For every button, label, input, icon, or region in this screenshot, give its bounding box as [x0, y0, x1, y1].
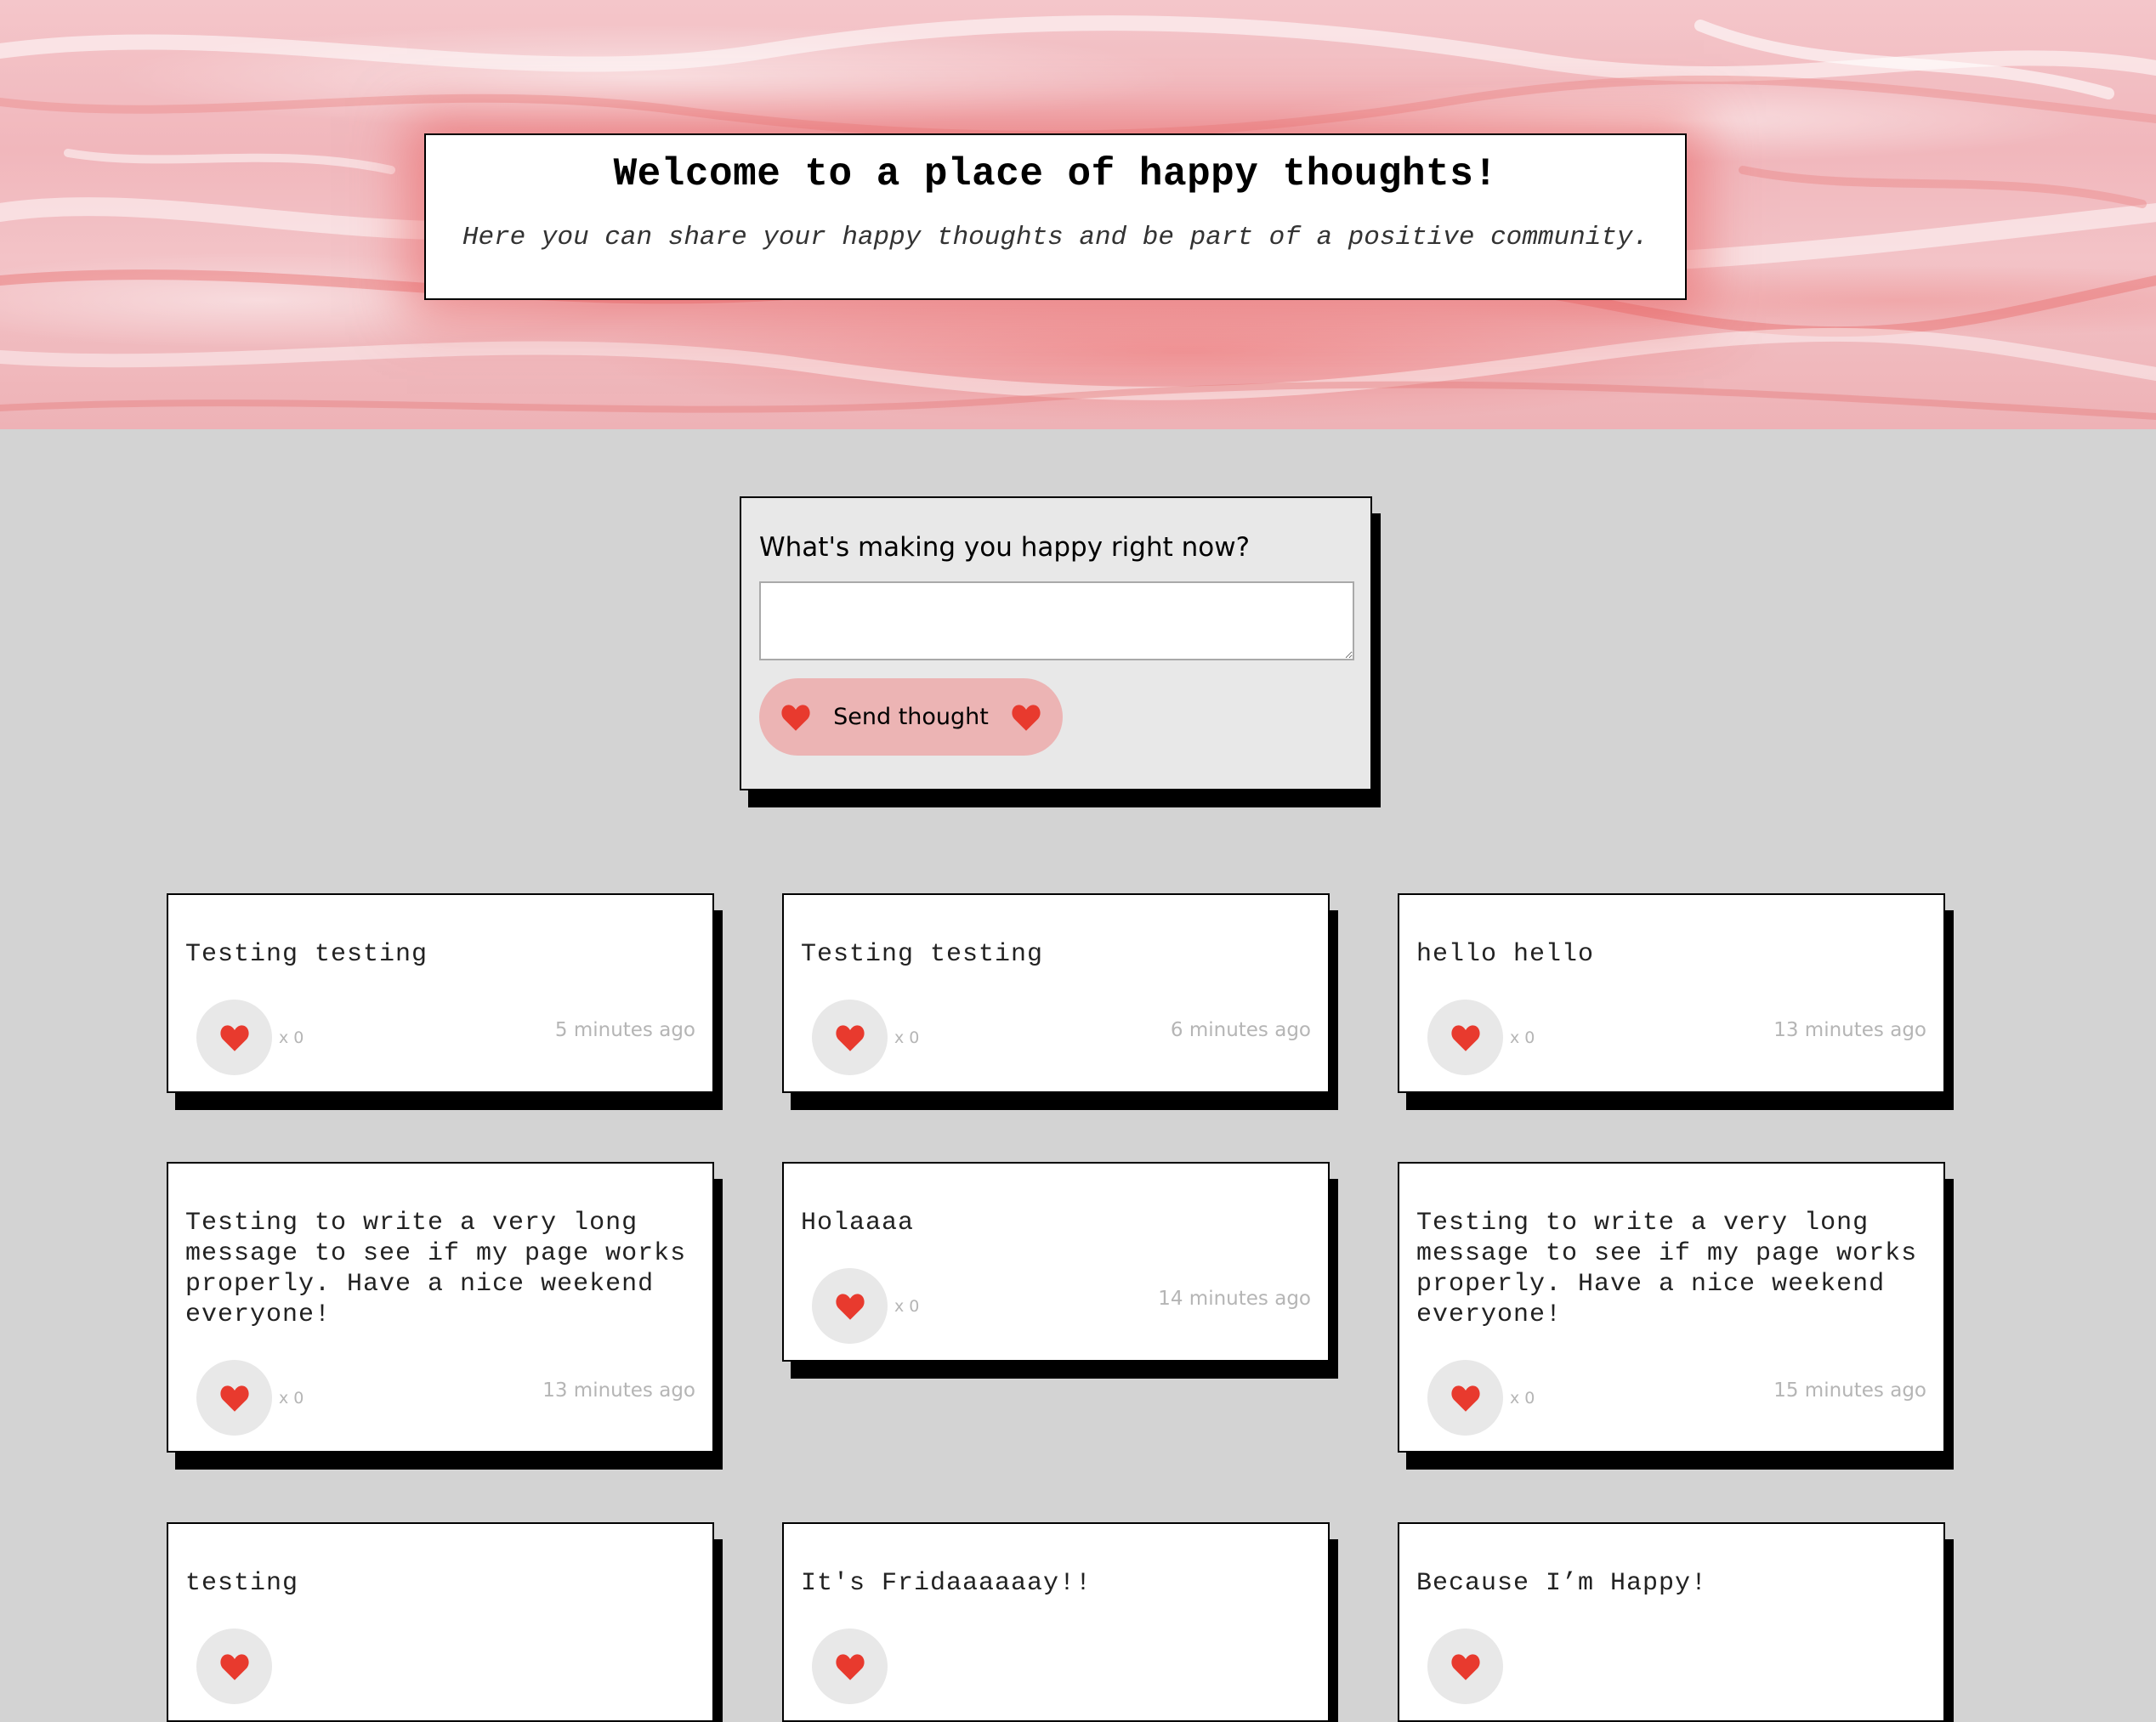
heart-icon [1450, 1652, 1481, 1681]
like-count: x 0 [894, 1028, 920, 1047]
like-count: x 0 [279, 1389, 304, 1408]
thought-message: testing [185, 1569, 299, 1598]
like-count: x 0 [1510, 1389, 1535, 1408]
thought-card: hello hello x 0 13 minutes ago [1398, 893, 1945, 1093]
heart-icon [219, 1023, 250, 1052]
thought-card: Testing to write a very long message to … [167, 1162, 714, 1453]
welcome-box: Welcome to a place of happy thoughts! He… [424, 133, 1687, 300]
timestamp: 14 minutes ago [1158, 1288, 1311, 1310]
like-button[interactable] [812, 1268, 888, 1344]
thought-card: Holaaaa x 0 14 minutes ago [782, 1162, 1330, 1362]
page-title: Welcome to a place of happy thoughts! [613, 152, 1498, 196]
heart-icon [780, 703, 811, 732]
like-button[interactable] [196, 1629, 272, 1704]
thought-message: Because I’m Happy! [1416, 1569, 1708, 1598]
send-thought-button[interactable]: Send thought [759, 678, 1063, 756]
like-button[interactable] [196, 1000, 272, 1075]
heart-icon [219, 1384, 250, 1413]
thought-card: It's Fridaaaaaay!! [782, 1522, 1330, 1722]
heart-icon [835, 1023, 865, 1052]
like-button[interactable] [196, 1360, 272, 1436]
thought-message: Testing testing [185, 940, 428, 969]
hero-banner: Welcome to a place of happy thoughts! He… [0, 0, 2156, 429]
like-button[interactable] [812, 1629, 888, 1704]
thought-message: Holaaaa [801, 1209, 915, 1238]
like-button[interactable] [1427, 1000, 1503, 1075]
timestamp: 6 minutes ago [1170, 1019, 1311, 1041]
thought-message: Testing to write a very long message to … [1416, 1209, 1918, 1329]
heart-icon [1450, 1384, 1481, 1413]
like-button[interactable] [1427, 1629, 1503, 1704]
heart-icon [835, 1652, 865, 1681]
heart-icon [219, 1652, 250, 1681]
thought-message: It's Fridaaaaaay!! [801, 1569, 1092, 1598]
like-count: x 0 [279, 1028, 304, 1047]
like-count: x 0 [1510, 1028, 1535, 1047]
thought-card: testing [167, 1522, 714, 1722]
timestamp: 5 minutes ago [554, 1019, 695, 1041]
heart-icon [1011, 703, 1041, 732]
thought-card: Testing testing x 0 6 minutes ago [782, 893, 1330, 1093]
thought-card: Testing to write a very long message to … [1398, 1162, 1945, 1453]
thought-message: Testing to write a very long message to … [185, 1209, 687, 1329]
heart-icon [1450, 1023, 1481, 1052]
thought-form: What's making you happy right now? Send … [740, 496, 1372, 790]
timestamp: 13 minutes ago [1773, 1019, 1926, 1041]
thought-message: hello hello [1416, 940, 1595, 969]
thought-message: Testing testing [801, 940, 1044, 969]
timestamp: 13 minutes ago [542, 1379, 695, 1402]
form-label: What's making you happy right now? [759, 532, 1251, 563]
thought-input[interactable] [759, 581, 1354, 660]
like-button[interactable] [1427, 1360, 1503, 1436]
like-count: x 0 [894, 1297, 920, 1316]
thought-card: Because I’m Happy! [1398, 1522, 1945, 1722]
thought-card: Testing testing x 0 5 minutes ago [167, 893, 714, 1093]
heart-icon [835, 1292, 865, 1321]
send-thought-label: Send thought [833, 704, 989, 730]
like-button[interactable] [812, 1000, 888, 1075]
page-subtitle: Here you can share your happy thoughts a… [462, 223, 1649, 252]
timestamp: 15 minutes ago [1773, 1379, 1926, 1402]
